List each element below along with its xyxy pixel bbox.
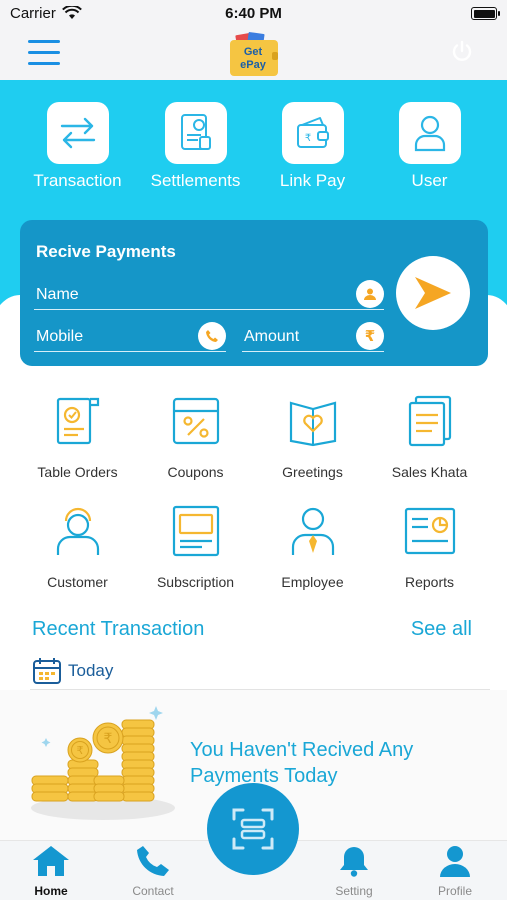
battery-icon [471,7,500,20]
coupon-icon [172,397,219,445]
logo-text-2: ePay [240,59,267,71]
phone-icon [198,322,226,350]
calendar-icon [33,658,61,684]
name-placeholder: Name [36,286,79,303]
service-label: Subscription [156,574,235,590]
nav-label: Contact [132,884,174,898]
app-header: Get ePay [0,28,507,80]
quick-action-user[interactable]: User [371,102,488,191]
nav-label: Setting [335,884,373,898]
svg-text:₹: ₹ [77,744,84,757]
service-coupons[interactable]: Coupons [137,393,254,480]
quick-action-label: User [411,171,448,190]
logo-text-1: Get [244,46,263,58]
service-label: Table Orders [37,464,118,480]
scan-icon [232,808,274,850]
scan-qr-button[interactable] [207,783,299,875]
see-all-link[interactable]: See all [411,618,472,641]
service-greetings[interactable]: Greetings [254,393,371,480]
table-orders-icon [56,397,99,445]
service-label: Coupons [167,464,224,480]
send-arrow-icon [415,277,451,309]
service-table-orders[interactable]: Table Orders [19,393,136,480]
service-reports[interactable]: Reports [371,503,488,590]
today-label: Today [68,661,114,680]
service-customer[interactable]: Customer [19,503,136,590]
person-icon [356,280,384,308]
quick-action-transaction[interactable]: Transaction [19,102,136,191]
amount-placeholder: Amount [244,328,300,345]
service-employee[interactable]: Employee [254,503,371,590]
wallet-icon: ₹ [296,117,329,148]
mobile-placeholder: Mobile [36,328,84,345]
nav-label: Profile [437,884,472,898]
user-icon [414,115,445,152]
quick-action-label: Link Pay [279,171,346,190]
rupee-icon: ₹ [356,322,384,350]
swap-arrows-icon [60,117,95,149]
nav-setting[interactable]: Setting [314,845,394,898]
service-label: Greetings [282,464,343,480]
nav-contact[interactable]: Contact [113,845,193,898]
nav-profile[interactable]: Profile [415,845,495,898]
mobile-field[interactable]: Mobile [34,322,226,352]
quick-action-label: Settlements [150,171,241,190]
quick-action-link-pay[interactable]: ₹ Link Pay [254,102,371,191]
power-icon[interactable] [450,40,474,64]
service-sales-khata[interactable]: Sales Khata [371,393,488,480]
app-logo: Get ePay [228,32,280,78]
profile-icon [440,846,470,877]
amount-field[interactable]: Amount ₹ [242,322,384,352]
subscription-icon [172,505,219,557]
today-filter[interactable]: Today [32,657,113,685]
svg-text:₹: ₹ [104,731,113,747]
settlement-doc-icon [180,114,211,150]
service-label: Reports [404,574,455,590]
receive-payments-title: Recive Payments [36,242,176,261]
employee-icon [291,507,334,555]
bell-icon [340,847,368,877]
phone-icon [137,846,169,876]
coins-illustration: ₹ ₹ [31,706,175,820]
service-subscription[interactable]: Subscription [137,503,254,590]
svg-text:₹: ₹ [304,133,310,144]
quick-action-settlements[interactable]: Settlements [137,102,254,191]
quick-action-label: Transaction [33,171,122,190]
greeting-card-icon [289,401,336,447]
service-label: Customer [47,574,108,590]
service-label: Sales Khata [391,464,468,480]
service-label: Employee [281,574,344,590]
send-payment-button[interactable] [396,256,470,330]
clock: 6:40 PM [225,5,282,22]
receive-payments-card: Recive Payments Name Mobile Amount ₹ [20,220,488,366]
currency-symbol: ₹ [364,327,376,345]
menu-button[interactable] [28,38,62,68]
ledger-icon [408,395,451,447]
nav-home[interactable]: Home [11,845,91,898]
nav-label: Home [34,884,68,898]
recent-transaction-title: Recent Transaction [32,618,205,640]
status-bar: Carrier 6:40 PM [0,0,507,28]
name-field[interactable]: Name [34,280,384,310]
customer-icon [56,507,99,555]
report-icon [404,507,455,555]
home-icon [33,846,69,876]
empty-state-message: You Haven't Recived Any Payments Today [190,739,414,787]
